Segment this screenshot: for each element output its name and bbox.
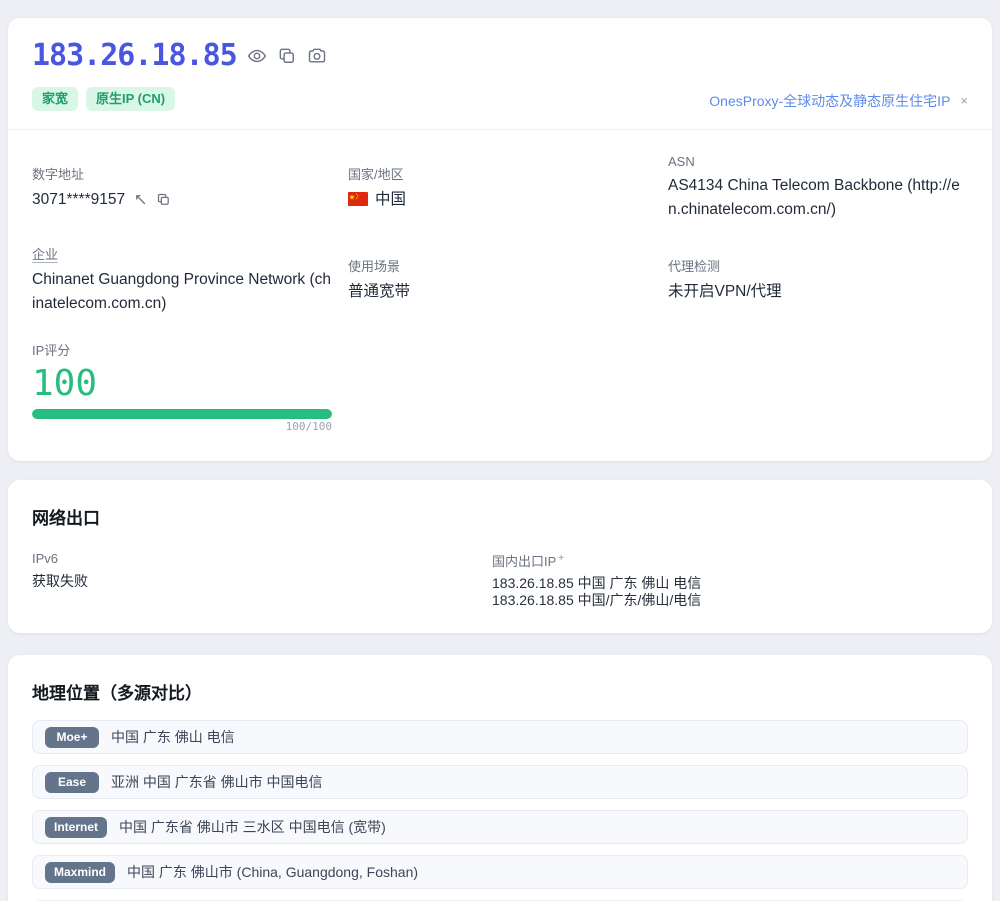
reveal-toggle-icon[interactable] <box>133 192 148 207</box>
field-label: IPv6 <box>32 551 492 566</box>
tag-native-ip: 原生IP (CN) <box>86 87 175 111</box>
geo-source-badge: Maxmind <box>45 862 115 884</box>
proxy-check-value: 未开启VPN/代理 <box>668 280 968 304</box>
field-country: 国家/地区 中国 <box>348 164 652 212</box>
field-label: 国家/地区 <box>348 164 652 183</box>
usage-value: 普通宽带 <box>348 280 652 304</box>
field-asn: ASN AS4134 China Telecom Backbone (http:… <box>668 154 968 222</box>
geolocation-card: 地理位置（多源对比） Moe+ 中国 广东 佛山 电信 Ease 亚洲 中国 广… <box>8 655 992 901</box>
ipv6-value: 获取失败 <box>32 571 492 593</box>
geo-source-badge: Ease <box>45 772 99 794</box>
china-flag-icon <box>348 190 368 204</box>
geo-row: Maxmind 中国 广东 佛山市 (China, Guangdong, Fos… <box>32 855 968 889</box>
ip-overview-card: 183.26.18.85 <box>8 18 992 461</box>
geo-location-text: 亚洲 中国 广东省 佛山市 中国电信 <box>111 772 323 792</box>
close-icon[interactable]: × <box>960 94 968 107</box>
field-domestic-exit-ip: 国内出口IP+ 183.26.18.85 中国 广东 佛山 电信 183.26.… <box>492 551 968 609</box>
section-title: 地理位置（多源对比） <box>32 679 968 704</box>
promo-link[interactable]: OnesProxy-全球动态及静态原生住宅IP <box>709 91 950 111</box>
field-label: 数字地址 <box>32 164 332 183</box>
field-digital-address: 数字地址 3071****9157 <box>32 164 332 212</box>
geo-source-badge: Moe+ <box>45 727 99 749</box>
tag-home-broadband: 家宽 <box>32 87 78 111</box>
field-label: 代理检测 <box>668 256 968 275</box>
geo-row: Internet 中国 广东省 佛山市 三水区 中国电信 (宽带) <box>32 810 968 844</box>
domestic-exit-line: 183.26.18.85 中国/广东/佛山/电信 <box>492 592 968 609</box>
footnote-marker: + <box>558 553 564 564</box>
geo-source-badge: Internet <box>45 817 107 839</box>
field-proxy-check: 代理检测 未开启VPN/代理 <box>668 256 968 304</box>
geo-location-text: 中国 广东省 佛山市 三水区 中国电信 (宽带) <box>119 817 386 837</box>
domestic-exit-line: 183.26.18.85 中国 广东 佛山 电信 <box>492 575 968 592</box>
geo-location-text: 中国 广东 佛山 电信 <box>111 727 235 747</box>
geo-row: Moe+ 中国 广东 佛山 电信 <box>32 720 968 754</box>
field-enterprise: 企业 Chinanet Guangdong Province Network (… <box>32 244 332 316</box>
score-fraction: 100/100 <box>32 420 332 433</box>
ip-card-header: 183.26.18.85 <box>8 18 992 130</box>
field-label: 企业 <box>32 244 58 263</box>
ip-tags: 家宽 原生IP (CN) <box>32 87 175 111</box>
copy-icon[interactable] <box>156 192 171 207</box>
country-value: 中国 <box>375 191 406 208</box>
geo-row: Ease 亚洲 中国 广东省 佛山市 中国电信 <box>32 765 968 799</box>
field-label: 使用场景 <box>348 256 652 275</box>
asn-value: AS4134 China Telecom Backbone (http://en… <box>668 174 968 222</box>
score-bar <box>32 409 332 419</box>
field-ipv6: IPv6 获取失败 <box>32 551 492 609</box>
score-label: IP评分 <box>32 340 332 359</box>
digital-address-value: 3071****9157 <box>32 188 125 212</box>
section-title: 网络出口 <box>32 504 968 529</box>
ip-address: 183.26.18.85 <box>32 38 237 73</box>
page: 183.26.18.85 <box>0 0 1000 901</box>
field-label: ASN <box>668 154 968 169</box>
camera-icon[interactable] <box>307 46 327 66</box>
geo-source-list: Moe+ 中国 广东 佛山 电信 Ease 亚洲 中国 广东省 佛山市 中国电信… <box>32 720 968 901</box>
geo-location-text: 中国 广东 佛山市 (China, Guangdong, Foshan) <box>127 862 418 882</box>
field-usage: 使用场景 普通宽带 <box>348 256 652 304</box>
eye-icon[interactable] <box>247 46 267 66</box>
score-value: 100 <box>32 364 332 404</box>
score-bar-fill <box>32 409 332 419</box>
network-exit-card: 网络出口 IPv6 获取失败 国内出口IP+ 183.26.18.85 中国 广… <box>8 480 992 633</box>
enterprise-value: Chinanet Guangdong Province Network (chi… <box>32 268 332 316</box>
field-label: 国内出口IP <box>492 554 556 569</box>
promo-banner: OnesProxy-全球动态及静态原生住宅IP × <box>709 91 968 111</box>
ip-score: IP评分 100 100/100 <box>32 340 332 434</box>
copy-icon[interactable] <box>277 46 297 66</box>
